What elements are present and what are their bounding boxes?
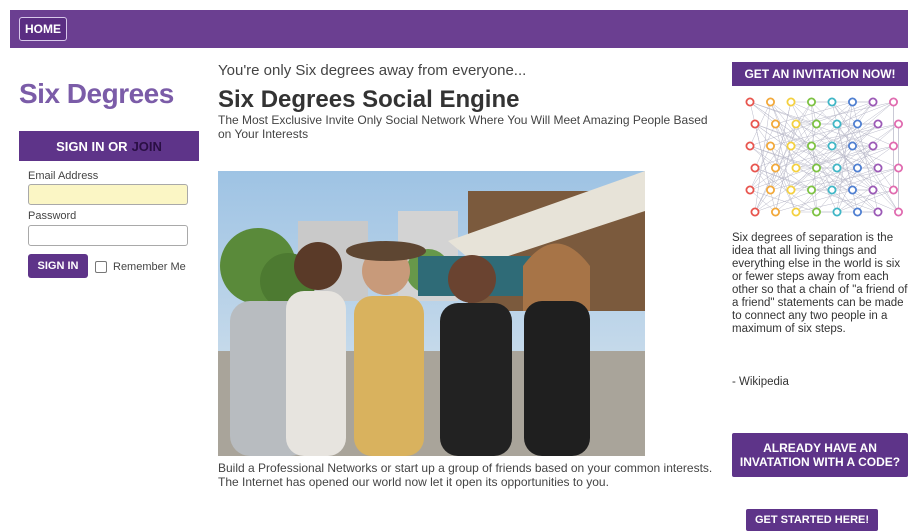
get-started-button[interactable]: GET STARTED HERE! bbox=[746, 509, 878, 531]
join-link[interactable]: JOIN bbox=[132, 139, 162, 154]
photo-caption: Build a Professional Networks or start u… bbox=[218, 461, 713, 489]
get-invitation-button[interactable]: GET AN INVITATION NOW! bbox=[732, 62, 908, 86]
remember-me-label: Remember Me bbox=[113, 261, 186, 273]
signin-heading: SIGN IN OR JOIN bbox=[19, 131, 199, 161]
remember-me-checkbox[interactable] bbox=[95, 261, 107, 273]
have-invitation-code-button[interactable]: ALREADY HAVE AN INVATATION WITH A CODE? bbox=[732, 433, 908, 477]
signin-heading-label: SIGN IN OR bbox=[56, 138, 128, 154]
password-label: Password bbox=[28, 210, 77, 222]
password-field[interactable] bbox=[28, 225, 188, 246]
site-logo-text[interactable]: Six Degrees bbox=[19, 78, 174, 110]
page-title: Six Degrees Social Engine bbox=[218, 86, 520, 113]
email-label: Email Address bbox=[28, 170, 99, 182]
network-graph-icon bbox=[745, 97, 903, 217]
group-photo bbox=[218, 171, 645, 456]
group-photo-illustration bbox=[218, 171, 645, 456]
remember-me[interactable]: Remember Me bbox=[95, 261, 186, 273]
home-button[interactable]: HOME bbox=[19, 17, 67, 41]
wiki-source: - Wikipedia bbox=[732, 376, 789, 388]
top-nav-bar: HOME bbox=[10, 10, 908, 48]
six-degrees-description: Six degrees of separation is the idea th… bbox=[732, 232, 908, 335]
page-subtitle: The Most Exclusive Invite Only Social Ne… bbox=[218, 113, 708, 141]
tagline: You're only Six degrees away from everyo… bbox=[218, 62, 527, 79]
signin-button[interactable]: SIGN IN bbox=[28, 254, 88, 278]
email-field[interactable] bbox=[28, 184, 188, 205]
